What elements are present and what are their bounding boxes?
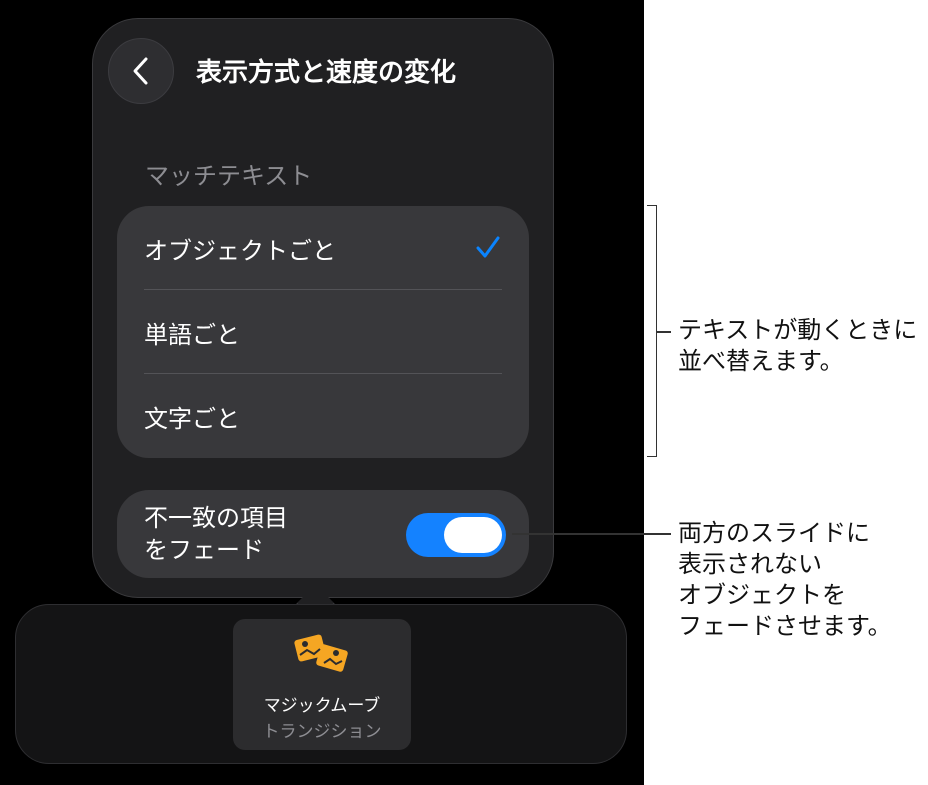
transition-type-label: トランジション [262, 722, 382, 742]
toggle-label-line2: をフェード [144, 536, 264, 564]
callout-bracket [647, 205, 657, 457]
callout-line: テキストが動くときに [678, 316, 918, 344]
toggle-label-line1: 不一致の項目 [144, 504, 288, 532]
popover-title: 表示方式と速度の変化 [196, 58, 457, 88]
option-label: 文字ごと [144, 405, 240, 433]
magic-move-icon [294, 634, 348, 672]
callout-leader-line [512, 533, 671, 535]
option-by-word[interactable]: 単語ごと [117, 290, 529, 374]
callout-line: フェードさせます。 [678, 612, 892, 640]
callout-line: 表示されない [678, 550, 822, 578]
callout-line: オブジェクトを [678, 581, 846, 609]
callout-match-text: テキストが動くときに 並べ替えます。 [678, 315, 917, 377]
back-button[interactable] [108, 38, 174, 104]
app-screen: 表示方式と速度の変化 マッチテキスト オブジェクトごと 単語ごと 文字ごと 不一… [0, 0, 644, 785]
magic-move-transition-tile[interactable]: マジックムーブ トランジション [233, 619, 411, 750]
chevron-left-icon [133, 57, 148, 85]
option-label: オブジェクトごと [144, 237, 336, 265]
option-by-character[interactable]: 文字ごと [117, 374, 529, 458]
option-label: 単語ごと [144, 321, 240, 349]
section-header-match-text: マッチテキスト [145, 162, 313, 190]
match-text-options: オブジェクトごと 単語ごと 文字ごと [117, 206, 529, 458]
toggle-knob [444, 517, 502, 553]
callout-line: 両方のスライドに [678, 519, 870, 547]
fade-unmatched-toggle[interactable] [406, 513, 506, 557]
callout-line: 並べ替えます。 [678, 347, 844, 375]
callout-tick [657, 331, 671, 333]
callout-fade: 両方のスライドに 表示されない オブジェクトを フェードさせます。 [678, 518, 892, 642]
transition-name: マジックムーブ [263, 696, 381, 716]
option-by-object[interactable]: オブジェクトごと [117, 206, 529, 290]
fade-unmatched-row: 不一致の項目 をフェード [117, 490, 529, 578]
checkmark-icon [476, 236, 500, 258]
toggle-label: 不一致の項目 をフェード [144, 502, 364, 566]
